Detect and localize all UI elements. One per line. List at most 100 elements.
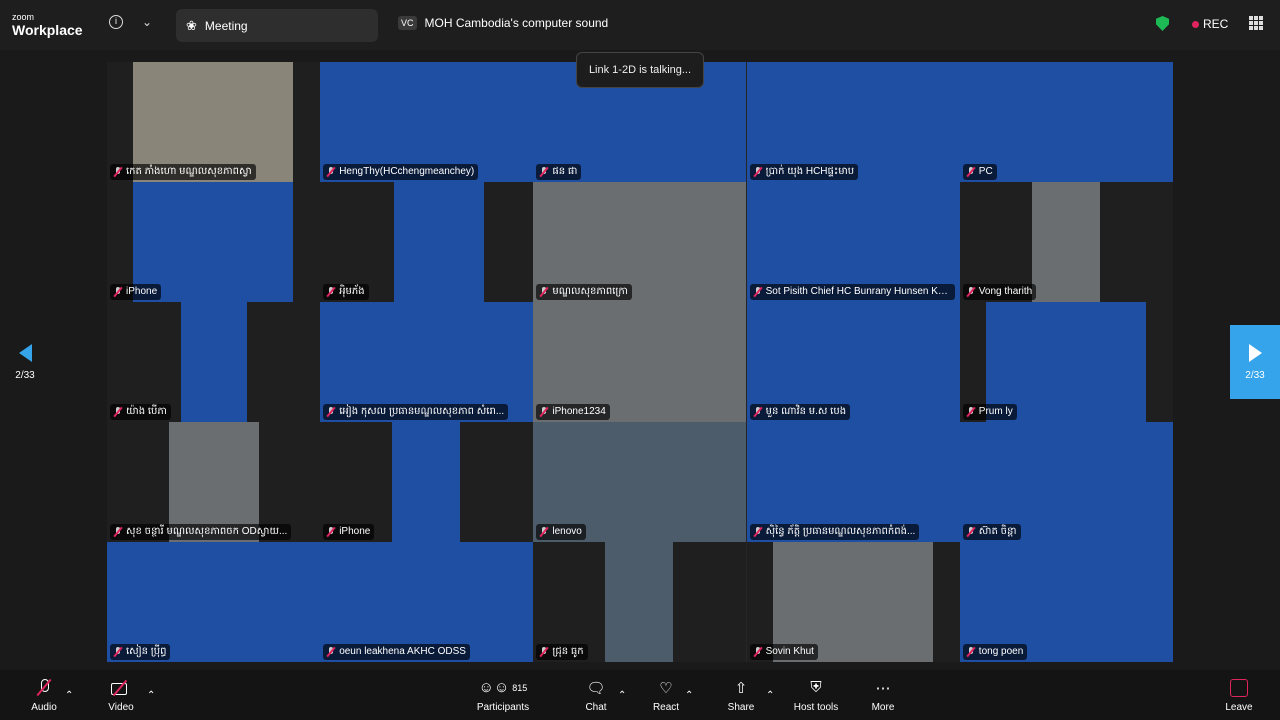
participant-tile[interactable]: iPhone1234: [533, 302, 747, 422]
participant-video: [605, 542, 674, 662]
participant-tile[interactable]: tong poen: [959, 542, 1173, 662]
chat-options-caret[interactable]: ⌃: [618, 670, 626, 720]
leave-button[interactable]: Leave: [1222, 670, 1256, 720]
share-button[interactable]: ⇧ Share: [724, 670, 758, 720]
participant-name: Prum ly: [978, 406, 1013, 417]
tab-meeting[interactable]: ❀ Meeting: [176, 9, 378, 42]
video-options-caret[interactable]: ⌃: [147, 670, 155, 720]
participant-name-label: lenovo: [536, 524, 586, 540]
info-icon[interactable]: i: [109, 15, 123, 29]
mic-muted-icon: [540, 647, 548, 657]
mic-muted-icon: [114, 527, 122, 537]
chevron-down-icon[interactable]: ⌄: [142, 15, 152, 29]
prev-page-button[interactable]: 2/33: [0, 325, 50, 399]
participant-tile[interactable]: អុិមភ័ង: [320, 182, 534, 302]
mic-muted-icon: [327, 527, 335, 537]
mic-muted-icon: [754, 287, 762, 297]
share-options-caret[interactable]: ⌃: [766, 670, 774, 720]
zoom-logo: zoom Workplace: [12, 13, 83, 38]
participant-name: កេត ភាំងហោ មណ្ឌលសុខភាពស្វា: [126, 166, 252, 177]
video-off-icon: [111, 681, 131, 695]
audio-button[interactable]: Audio: [26, 670, 62, 720]
mic-muted-icon: [327, 407, 335, 417]
arrow-left-icon: [18, 343, 32, 362]
host-tools-label: Host tools: [793, 701, 839, 713]
shield-icon[interactable]: [1156, 16, 1169, 31]
participant-name-label: iPhone: [110, 284, 162, 300]
chat-label: Chat: [585, 701, 607, 713]
participant-tile[interactable]: កេត ភាំងហោ មណ្ឌលសុខភាពស្វា: [107, 62, 320, 182]
rec-label: REC: [1203, 17, 1229, 31]
react-label: React: [652, 701, 680, 713]
participant-name: Vong tharith: [978, 286, 1033, 297]
mic-muted-icon: [327, 167, 335, 177]
participant-tile[interactable]: iPhone: [107, 182, 320, 302]
participant-tile[interactable]: Sovin Khut: [746, 542, 960, 662]
mic-muted-icon: [114, 407, 122, 417]
participant-name: PC: [978, 166, 993, 177]
participant-name-label: HengThy(HCchengmeanchey): [323, 164, 479, 180]
participant-tile[interactable]: Sot Pisith Chief HC Bunrany Hunsen Ko...: [746, 182, 960, 302]
participant-video: [181, 302, 247, 422]
react-options-caret[interactable]: ⌃: [685, 670, 693, 720]
participant-name: ប្រាក់ យុង HCHផ្ទះមាប: [765, 166, 855, 177]
mic-muted-icon: [967, 287, 975, 297]
participant-tile[interactable]: ស៊ិន្វៃ ភ័ត្តិ ប្រធានមណ្ឌលសុខភាពកំពង់...: [746, 422, 960, 542]
participant-tile[interactable]: oeun leakhena AKHC ODSS: [320, 542, 534, 662]
speaker-badge: VC: [398, 16, 417, 30]
participant-tile[interactable]: ស៊ាត ចិន្តា: [959, 422, 1173, 542]
participant-video: [392, 422, 461, 542]
tab-speaker[interactable]: VC MOH Cambodia's computer sound: [398, 16, 608, 30]
chat-button[interactable]: 🗨 Chat: [580, 670, 612, 720]
video-button[interactable]: Video: [103, 670, 139, 720]
host-tools-button[interactable]: ⛨ Host tools: [790, 670, 842, 720]
participant-name-label: Sovin Khut: [749, 644, 818, 660]
participant-name: iPhone1234: [552, 406, 606, 417]
participant-tile[interactable]: សៀន ប្រុីព្ធ: [107, 542, 320, 662]
participant-tile[interactable]: Prum ly: [959, 302, 1173, 422]
mic-muted-icon: [114, 167, 122, 177]
participants-button[interactable]: ☺☺ 815 Participants: [472, 670, 534, 720]
participant-tile[interactable]: lenovo: [533, 422, 747, 542]
participant-name: ស៊ាត ចិន្តា: [978, 526, 1017, 537]
participants-icon: ☺☺: [478, 679, 510, 696]
participant-tile[interactable]: iPhone: [320, 422, 534, 542]
prev-page-label: 2/33: [15, 369, 35, 381]
participant-tile[interactable]: យ៉ាង បើភា: [107, 302, 320, 422]
mic-muted-icon: [967, 167, 975, 177]
rec-dot: [1192, 20, 1199, 28]
participant-tile[interactable]: សុខ ចន្ថារី មណ្ឌលសុខភាពចក ODស្វាយ...: [107, 422, 320, 542]
audio-options-caret[interactable]: ⌃: [65, 670, 73, 720]
mic-muted-icon: [967, 527, 975, 537]
more-button[interactable]: ⋯ More: [867, 670, 899, 720]
participant-name-label: Vong tharith: [962, 284, 1037, 300]
participant-tile[interactable]: HengThy(HCchengmeanchey): [320, 62, 534, 182]
top-bar: zoom Workplace i ⌄ ❀ Meeting VC MOH Camb…: [0, 0, 1280, 50]
participant-name: Sovin Khut: [765, 646, 814, 657]
participant-tile[interactable]: ប្រាក់ យុង HCHផ្ទះមាប: [746, 62, 960, 182]
next-page-button[interactable]: 2/33: [1230, 325, 1280, 399]
apps-icon[interactable]: [1249, 16, 1263, 30]
participant-name-label: អៀង កុសល ប្រធានមណ្ឌលសុខភាព សំរោ...: [323, 404, 509, 420]
participant-tile[interactable]: មណ្ឌលសុខភាពក្រោ: [533, 182, 747, 302]
participant-name-label: Sot Pisith Chief HC Bunrany Hunsen Ko...: [749, 284, 955, 300]
participant-tile[interactable]: PC: [959, 62, 1173, 182]
mic-muted-icon: [754, 167, 762, 177]
participant-name: យ៉ាង បើភា: [126, 406, 167, 417]
participant-name: សៀន ប្រុីព្ធ: [126, 646, 167, 657]
next-page-label: 2/33: [1245, 369, 1265, 381]
leave-label: Leave: [1225, 701, 1253, 713]
participant-tile[interactable]: អៀង កុសល ប្រធានមណ្ឌលសុខភាព សំរោ...: [320, 302, 534, 422]
participant-name: សុខ ចន្ថារី មណ្ឌលសុខភាពចក ODស្វាយ...: [126, 526, 288, 537]
host-tools-icon: ⛨: [810, 679, 822, 696]
participant-tile[interactable]: មួន ណាវិន ម.ស បេង: [746, 302, 960, 422]
mic-muted-icon: [327, 287, 335, 297]
participant-tile[interactable]: ជ្រុន ធូក: [533, 542, 747, 662]
mic-muted-icon: [540, 407, 548, 417]
participant-tile[interactable]: Vong tharith: [959, 182, 1173, 302]
mic-muted-icon: [540, 527, 548, 537]
participant-name: មណ្ឌលសុខភាពក្រោ: [552, 286, 628, 297]
react-button[interactable]: ♡ React: [650, 670, 682, 720]
participant-name-label: tong poen: [962, 644, 1028, 660]
rec-indicator[interactable]: REC: [1192, 17, 1228, 31]
